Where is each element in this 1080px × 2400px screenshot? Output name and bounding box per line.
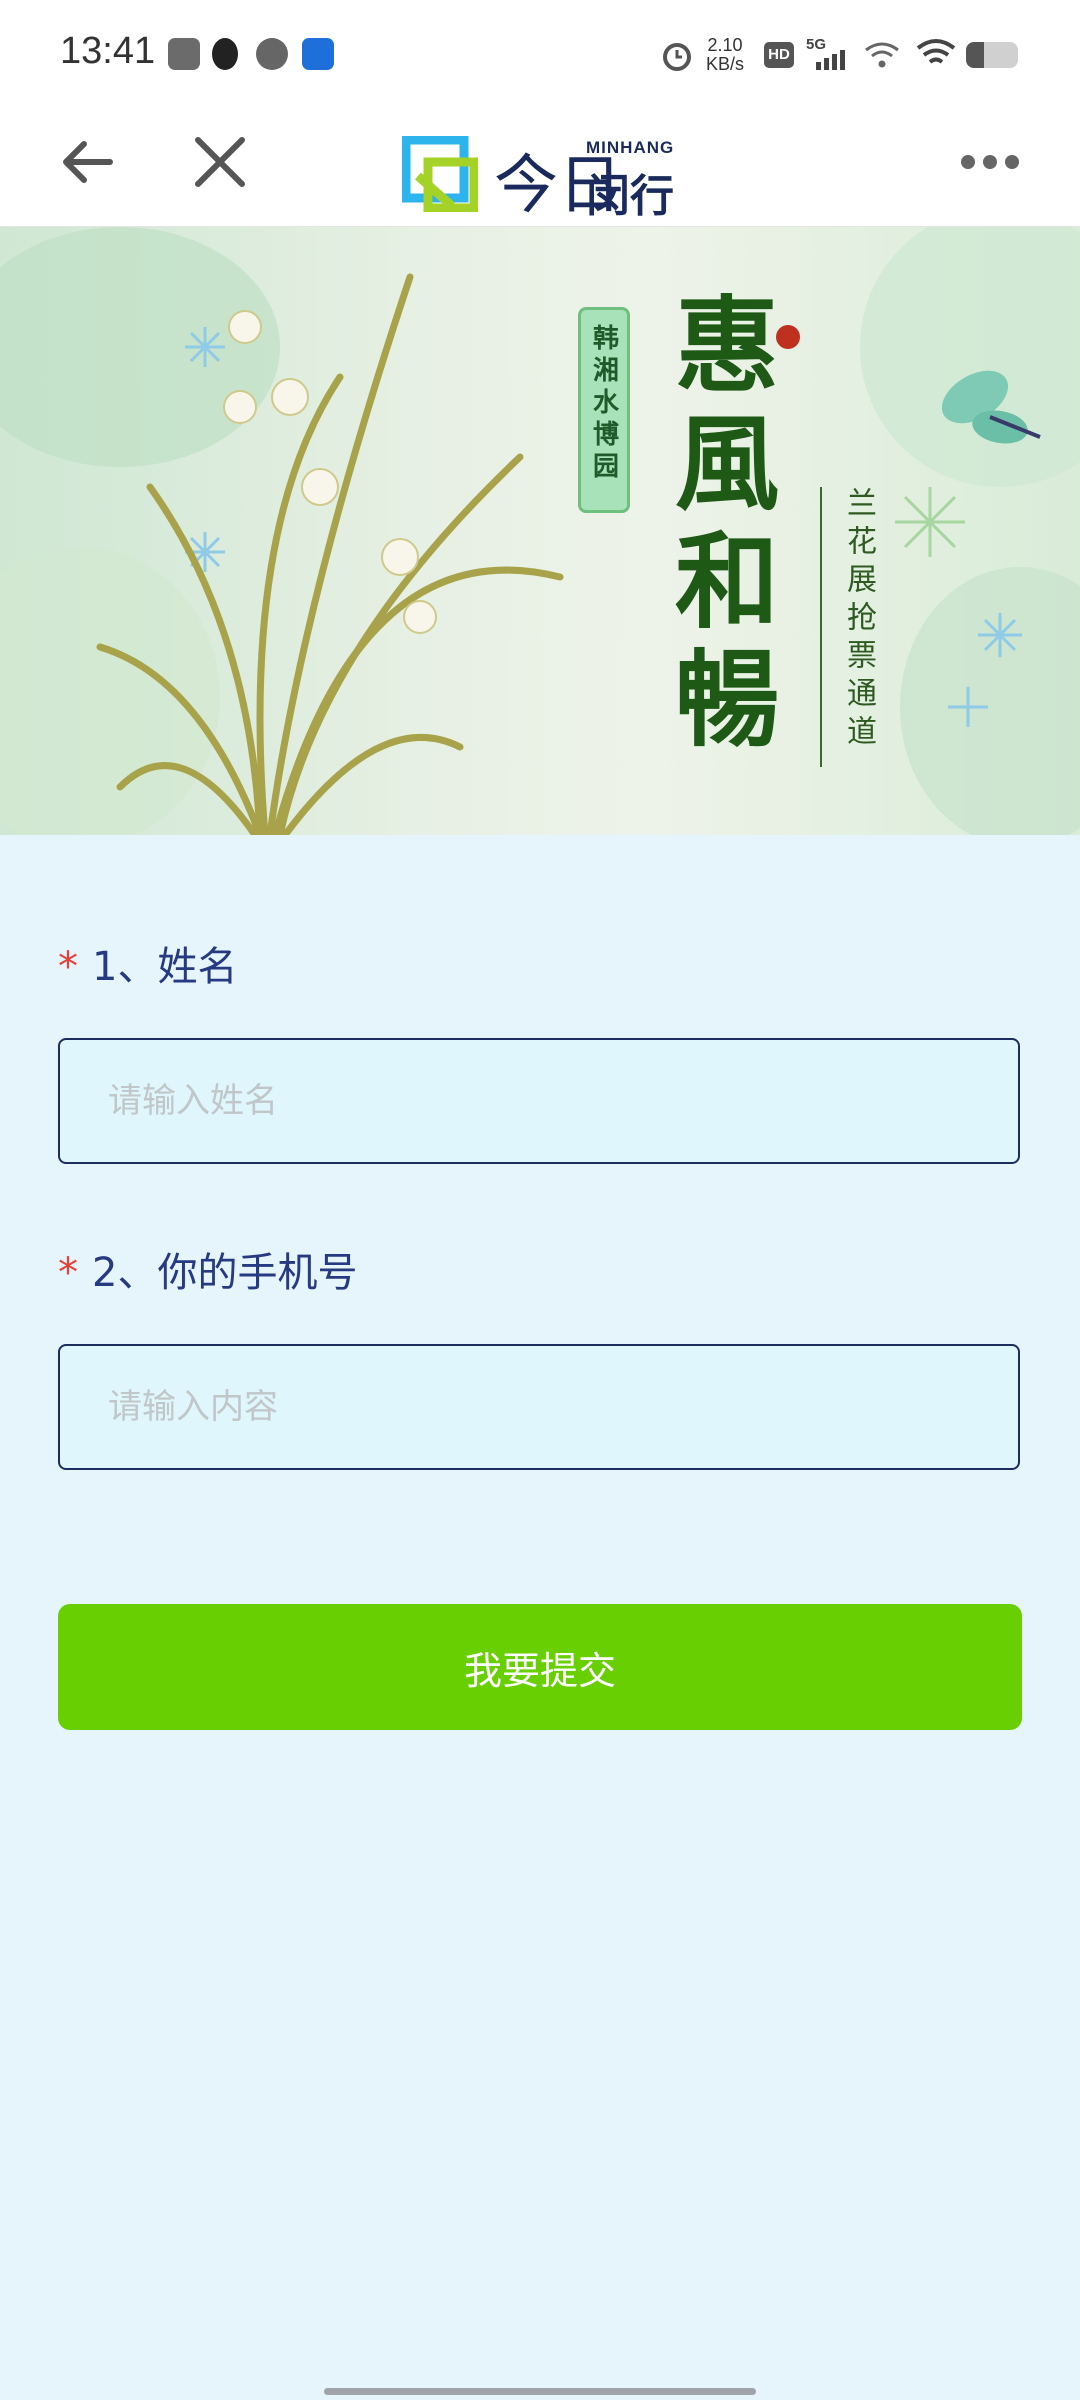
speed-unit: KB/s xyxy=(706,54,745,74)
sim-card-icon xyxy=(168,38,200,70)
question-2-text: 2、你的手机号 xyxy=(92,1250,358,1296)
title-char-4: 暢 xyxy=(674,638,779,761)
submit-button[interactable]: 我要提交 xyxy=(58,1604,1022,1730)
speed-value: 2.10 xyxy=(707,35,743,55)
wifi-icon xyxy=(916,39,956,64)
venue-tag-text: 韩湘水博园 xyxy=(588,324,619,484)
question-1-label: * 1、姓名 xyxy=(58,934,237,992)
battery-icon xyxy=(966,42,1018,68)
name-input[interactable] xyxy=(60,1040,1018,1162)
title-char-1: 惠 xyxy=(674,284,779,407)
phone-field[interactable] xyxy=(58,1344,1020,1470)
venue-tag: 韩湘水博园 xyxy=(578,307,630,513)
app-icon xyxy=(302,38,334,70)
chat-bubble-icon xyxy=(256,38,288,70)
signal-5g-icon: 5G xyxy=(806,36,846,72)
wifi-signal-icon xyxy=(865,42,899,68)
subtitle-divider xyxy=(820,487,822,767)
title-char-3: 和 xyxy=(674,520,779,643)
logo-sub-text: MINHANG xyxy=(586,138,675,157)
app-logo: 今日 MINHANG 闵行 xyxy=(402,118,682,223)
question-1-text: 1、姓名 xyxy=(92,944,238,990)
required-mark: * xyxy=(58,944,78,990)
more-icon[interactable] xyxy=(960,152,1020,172)
network-speed: 2.10 KB/s xyxy=(706,36,744,74)
phone-input[interactable] xyxy=(60,1346,1018,1468)
network-type: 5G xyxy=(806,36,827,53)
qq-icon xyxy=(212,38,238,70)
home-indicator[interactable] xyxy=(324,2388,756,2395)
status-time: 13:41 xyxy=(60,30,156,72)
status-bar: 13:41 2.10 KB/s HD 5G xyxy=(0,0,1080,110)
name-field[interactable] xyxy=(58,1038,1020,1164)
event-banner: 韩湘水博园 惠 風 和 暢 兰花展抢票通道 xyxy=(0,227,1080,835)
title-char-2: 風 xyxy=(674,402,779,525)
alarm-icon xyxy=(663,43,691,71)
question-2-label: * 2、你的手机号 xyxy=(58,1240,357,1298)
banner-background-art xyxy=(0,227,1080,835)
banner-subtitle: 兰花展抢票通道 xyxy=(841,487,876,753)
close-icon[interactable] xyxy=(190,132,250,192)
navigation-bar: 今日 MINHANG 闵行 xyxy=(0,110,1080,227)
back-arrow-icon[interactable] xyxy=(58,132,118,192)
banner-title: 惠 風 和 暢 xyxy=(672,287,782,759)
required-mark: * xyxy=(58,1250,78,1296)
logo-main-text: 闵行 xyxy=(586,171,674,222)
red-seal-icon xyxy=(776,325,800,349)
logo-mark-icon xyxy=(402,136,478,212)
hd-icon: HD xyxy=(764,42,794,68)
